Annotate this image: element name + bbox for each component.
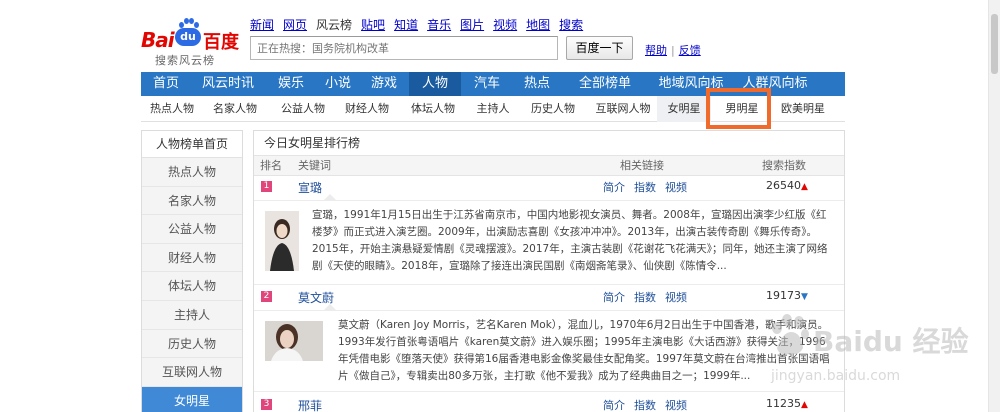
related-links: 简介 指数 视频 bbox=[603, 179, 696, 195]
video-link[interactable]: 视频 bbox=[665, 181, 687, 194]
topnav-web[interactable]: 网页 bbox=[283, 16, 307, 33]
logo-bai-text: Bai bbox=[141, 28, 175, 52]
intro-link[interactable]: 简介 bbox=[603, 399, 625, 412]
sidebar-item-finance[interactable]: 财经人物 bbox=[142, 244, 242, 273]
mainnav-people[interactable]: 人物 bbox=[409, 72, 461, 96]
baidu-jingyan-watermark: Baidu 经验 jingyan.baidu.com bbox=[765, 300, 990, 410]
topnav-video[interactable]: 视频 bbox=[493, 16, 517, 33]
mainnav-cars[interactable]: 汽车 bbox=[461, 72, 513, 96]
mainnav-hot[interactable]: 热点 bbox=[513, 72, 561, 96]
star-name-link[interactable]: 邢菲 bbox=[298, 397, 322, 412]
search-index-value: 26540 bbox=[766, 179, 801, 192]
logo-subtitle: 搜索风云榜 bbox=[155, 54, 215, 67]
mainnav-home[interactable]: 首页 bbox=[141, 72, 191, 96]
detail-block: 宣璐，1991年1月15日出生于江苏省南京市，中国内地影视女演员、舞者。2008… bbox=[254, 200, 844, 285]
mainnav-fengyunshixun[interactable]: 风云时讯 bbox=[191, 72, 265, 96]
feedback-link[interactable]: 反馈 bbox=[679, 44, 701, 57]
topnav-news[interactable]: 新闻 bbox=[250, 16, 274, 33]
topnav-zhidao[interactable]: 知道 bbox=[394, 16, 418, 33]
sidebar-item-charity[interactable]: 公益人物 bbox=[142, 215, 242, 244]
sidebar-item-history[interactable]: 历史人物 bbox=[142, 330, 242, 359]
subnav-finance[interactable]: 财经人物 bbox=[337, 96, 397, 122]
star-name-link[interactable]: 宣璐 bbox=[298, 179, 322, 196]
subnav-famous[interactable]: 名家人物 bbox=[205, 96, 265, 122]
intro-link[interactable]: 简介 bbox=[603, 291, 625, 304]
rank-badge: 2 bbox=[261, 291, 272, 302]
mainnav-novel[interactable]: 小说 bbox=[317, 72, 359, 96]
logo-du-badge: du bbox=[175, 28, 201, 46]
topnav-tieba[interactable]: 贴吧 bbox=[361, 16, 385, 33]
search-button[interactable]: 百度一下 bbox=[566, 36, 633, 60]
divider: | bbox=[671, 44, 675, 57]
paw-watermark-icon bbox=[772, 314, 809, 355]
watermark-url: jingyan.baidu.com bbox=[771, 368, 901, 384]
baidu-logo[interactable]: Bai du 百度 搜索风云榜 bbox=[141, 18, 241, 67]
topnav-map[interactable]: 地图 bbox=[526, 16, 550, 33]
subnav-internet[interactable]: 互联网人物 bbox=[589, 96, 657, 122]
search-input[interactable] bbox=[250, 36, 558, 60]
index-link[interactable]: 指数 bbox=[634, 291, 656, 304]
mainnav-all-lists[interactable]: 全部榜单 bbox=[561, 72, 649, 96]
logo-baidu-cn: 百度 bbox=[203, 32, 239, 53]
subnav-charity[interactable]: 公益人物 bbox=[275, 96, 331, 122]
index-link[interactable]: 指数 bbox=[634, 181, 656, 194]
mainnav-entertainment[interactable]: 娱乐 bbox=[265, 72, 317, 96]
top-nav: 新闻 网页 风云榜 贴吧 知道 音乐 图片 视频 地图 搜索 bbox=[250, 16, 592, 33]
sidebar-item-internet[interactable]: 互联网人物 bbox=[142, 358, 242, 387]
sidebar-item-sports[interactable]: 体坛人物 bbox=[142, 272, 242, 301]
rank-badge: 3 bbox=[261, 399, 272, 410]
sidebar-item-host[interactable]: 主持人 bbox=[142, 301, 242, 330]
topnav-music[interactable]: 音乐 bbox=[427, 16, 451, 33]
help-link[interactable]: 帮助 bbox=[645, 44, 667, 57]
topnav-search[interactable]: 搜索 bbox=[559, 16, 583, 33]
subnav-history[interactable]: 历史人物 bbox=[523, 96, 583, 122]
table-row: 1 宣璐 简介 指数 视频 26540▲ bbox=[254, 176, 844, 198]
subnav-western-stars[interactable]: 欧美明星 bbox=[773, 96, 833, 122]
video-link[interactable]: 视频 bbox=[665, 399, 687, 412]
search-index: 26540▲ bbox=[766, 179, 808, 192]
col-keyword: 关键词 bbox=[298, 159, 331, 172]
star-photo[interactable] bbox=[265, 321, 323, 361]
highlight-box bbox=[706, 88, 771, 129]
sidebar-item-hot[interactable]: 热点人物 bbox=[142, 158, 242, 187]
topnav-images[interactable]: 图片 bbox=[460, 16, 484, 33]
watermark-text: Baidu 经验 bbox=[813, 325, 969, 358]
subnav-sports[interactable]: 体坛人物 bbox=[403, 96, 463, 122]
detail-text: 莫文蔚（Karen Joy Morris，艺名Karen Mok），混血儿，19… bbox=[338, 319, 830, 382]
scrollbar-thumb[interactable] bbox=[991, 14, 998, 74]
help-links: 帮助 | 反馈 bbox=[645, 42, 701, 58]
trend-up-icon: ▲ bbox=[801, 182, 808, 192]
video-link[interactable]: 视频 bbox=[665, 291, 687, 304]
detail-text: 宣璐，1991年1月15日出生于江苏省南京市，中国内地影视女演员、舞者。2008… bbox=[312, 209, 828, 272]
detail-block: 莫文蔚（Karen Joy Morris，艺名Karen Mok），混血儿，19… bbox=[254, 310, 844, 392]
intro-link[interactable]: 简介 bbox=[603, 181, 625, 194]
index-link[interactable]: 指数 bbox=[634, 399, 656, 412]
col-index: 搜索指数 bbox=[762, 159, 806, 172]
left-sidebar: 人物榜单首页 热点人物 名家人物 公益人物 财经人物 体坛人物 主持人 历史人物… bbox=[141, 130, 243, 412]
subnav-actresses[interactable]: 女明星 bbox=[657, 96, 711, 122]
sidebar-head[interactable]: 人物榜单首页 bbox=[142, 131, 242, 158]
related-links: 简介 指数 视频 bbox=[603, 397, 696, 412]
subnav-hot-people[interactable]: 热点人物 bbox=[147, 96, 197, 122]
sidebar-item-famous[interactable]: 名家人物 bbox=[142, 187, 242, 216]
table-row: 3 邢菲 简介 指数 视频 11235▲ bbox=[254, 394, 844, 412]
rank-badge: 1 bbox=[261, 181, 272, 192]
sidebar-item-actresses[interactable]: 女明星 bbox=[142, 386, 242, 412]
mainnav-games[interactable]: 游戏 bbox=[359, 72, 409, 96]
ranking-panel: 今日女明星排行榜 排名 关键词 相关链接 搜索指数 1 宣璐 简介 指数 视频 26… bbox=[253, 130, 845, 412]
column-header: 排名 关键词 相关链接 搜索指数 bbox=[254, 156, 844, 176]
topnav-fengyunbang[interactable]: 风云榜 bbox=[316, 16, 352, 33]
related-links: 简介 指数 视频 bbox=[603, 289, 696, 305]
col-rank: 排名 bbox=[260, 159, 282, 172]
panel-title: 今日女明星排行榜 bbox=[254, 131, 844, 156]
star-photo[interactable] bbox=[265, 211, 299, 271]
col-related: 相关链接 bbox=[620, 159, 664, 172]
paw-icon bbox=[179, 18, 199, 28]
table-row: 2 莫文蔚 简介 指数 视频 19173▼ bbox=[254, 286, 844, 308]
subnav-host[interactable]: 主持人 bbox=[469, 96, 517, 122]
